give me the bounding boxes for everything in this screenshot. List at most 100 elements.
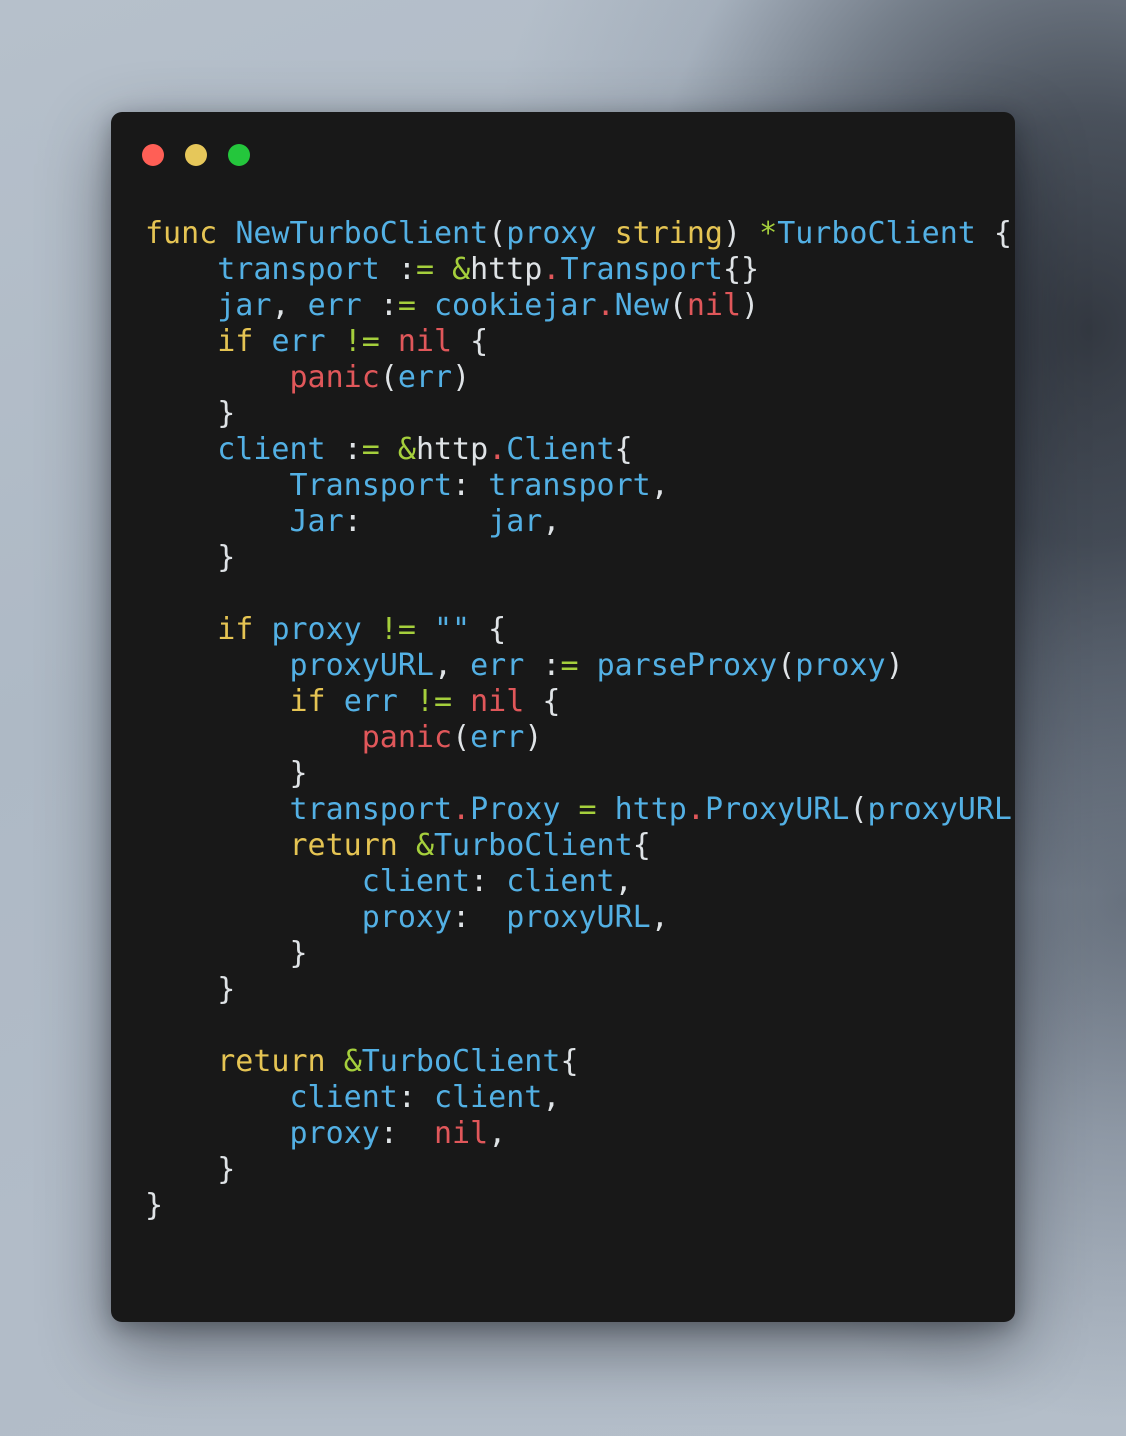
code-token: }: [145, 756, 308, 791]
code-token: :: [542, 648, 561, 683]
code-line: panic(err): [145, 360, 1015, 396]
code-token: :: [397, 1080, 434, 1115]
code-line: transport.Proxy = http.ProxyURL(proxyURL…: [145, 792, 1016, 828]
code-token: proxyURL: [506, 900, 651, 935]
code-token: client: [361, 864, 471, 899]
code-token: jar: [217, 288, 272, 323]
code-line: if err != nil {: [145, 684, 1015, 720]
code-token: transport: [217, 252, 380, 287]
code-token: Transport: [560, 252, 723, 287]
code-token: :: [343, 504, 489, 539]
code-token: ,: [488, 1116, 507, 1151]
code-token: (: [849, 792, 868, 827]
code-token: {: [560, 1044, 579, 1079]
code-token: {: [632, 828, 651, 863]
code-block[interactable]: func NewTurboClient(proxy string) *Turbo…: [145, 216, 1015, 1224]
code-token: .: [542, 252, 561, 287]
code-token: ,: [434, 648, 471, 683]
code-token: ): [1012, 792, 1015, 827]
code-token: ,: [650, 900, 669, 935]
code-token: ): [885, 648, 904, 683]
code-token: ProxyURL: [704, 792, 850, 827]
code-token: ): [741, 288, 760, 323]
code-line: }: [145, 540, 1015, 576]
code-token: {: [452, 324, 489, 359]
code-token: (: [668, 288, 687, 323]
code-token: Transport: [289, 468, 453, 503]
code-token: =: [361, 432, 380, 467]
code-line: Jar: jar,: [145, 504, 1015, 540]
code-line: }: [145, 1152, 1015, 1188]
code-line: client: client,: [145, 1080, 1015, 1116]
code-token: panic: [289, 360, 380, 395]
code-token: http: [415, 432, 489, 467]
code-line: }: [145, 972, 1015, 1008]
code-token: (: [452, 720, 471, 755]
code-token: =: [415, 252, 434, 287]
code-token: {: [614, 432, 633, 467]
code-line: proxy: proxyURL,: [145, 900, 1015, 936]
code-token: ,: [614, 864, 633, 899]
code-token: nil: [397, 324, 453, 359]
code-line: }: [145, 756, 1015, 792]
code-token: ,: [650, 468, 669, 503]
code-token: proxyURL: [289, 648, 435, 683]
code-token: New: [614, 288, 669, 323]
code-token: if: [289, 684, 326, 719]
code-token: (: [488, 216, 507, 251]
code-token: client: [289, 1080, 398, 1115]
code-line: Transport: transport,: [145, 468, 1015, 504]
code-token: (: [379, 360, 398, 395]
code-token: :: [452, 468, 489, 503]
code-token: &: [343, 1044, 362, 1079]
code-token: :: [343, 432, 362, 467]
code-token: http: [614, 792, 687, 827]
code-token: jar: [488, 504, 543, 539]
code-token: ,: [271, 288, 308, 323]
code-token: proxyURL: [867, 792, 1013, 827]
code-token: transport: [289, 792, 453, 827]
code-token: proxy: [506, 216, 597, 251]
code-token: {: [470, 612, 507, 647]
code-token: proxy: [361, 900, 453, 935]
maximize-window-button[interactable]: [228, 144, 250, 166]
close-window-button[interactable]: [142, 144, 164, 166]
code-area: func NewTurboClient(proxy string) *Turbo…: [111, 198, 1015, 1224]
code-token: proxy: [795, 648, 886, 683]
code-token: Jar: [289, 504, 344, 539]
code-token: }: [145, 540, 236, 575]
code-token: =: [397, 288, 416, 323]
code-token: }: [145, 972, 236, 1007]
code-token: nil: [686, 288, 742, 323]
window-titlebar: [111, 112, 1015, 198]
minimize-window-button[interactable]: [185, 144, 207, 166]
code-token: !=: [343, 324, 380, 359]
code-token: ): [452, 360, 471, 395]
code-token: ,: [542, 504, 561, 539]
code-token: :: [452, 900, 507, 935]
code-line: }: [145, 396, 1015, 432]
code-token: .: [686, 792, 705, 827]
code-token: &: [397, 432, 416, 467]
code-token: .: [452, 792, 471, 827]
code-token: =: [578, 792, 597, 827]
code-line: proxy: nil,: [145, 1116, 1015, 1152]
